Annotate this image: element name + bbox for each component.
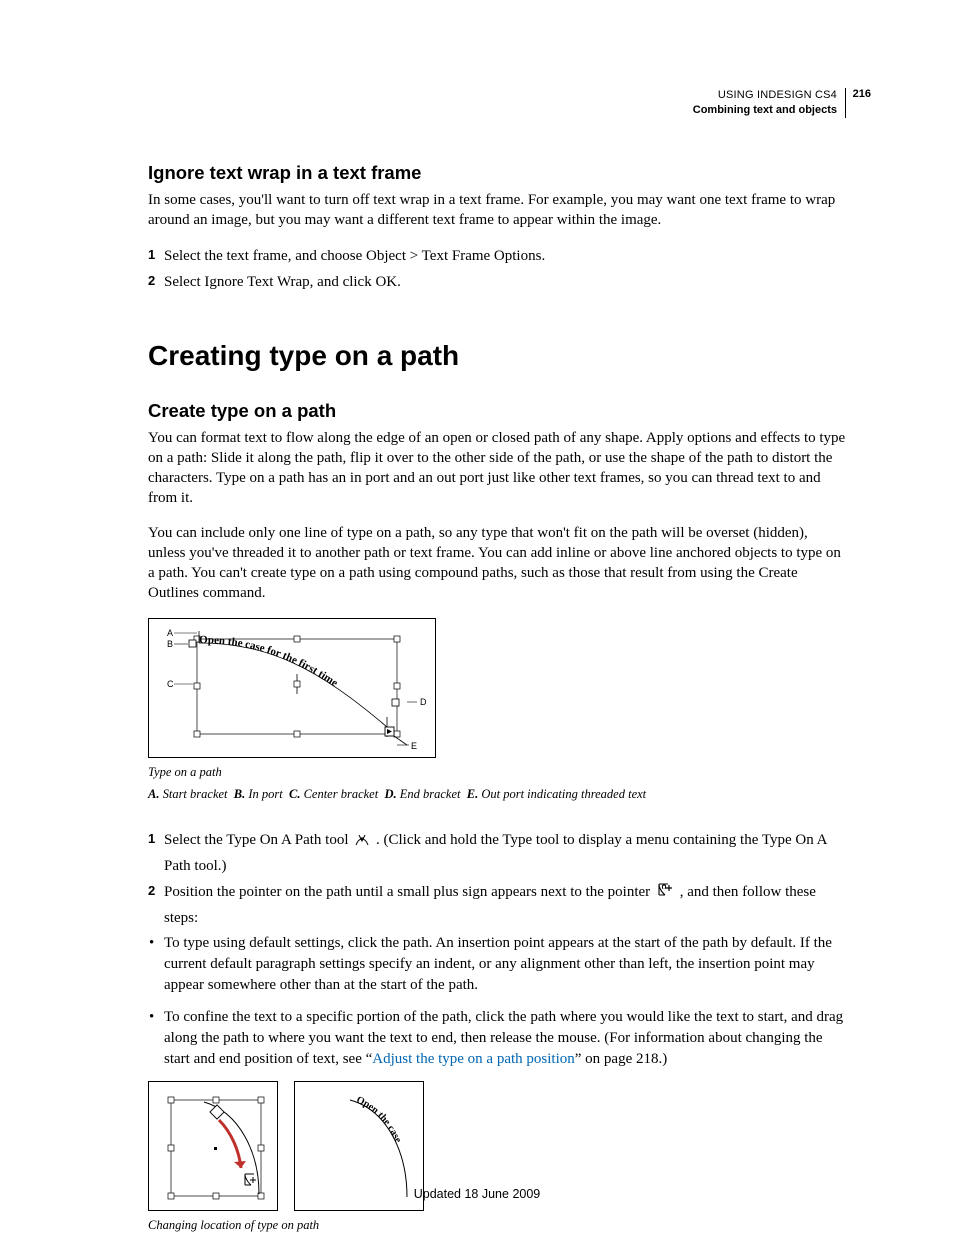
figure-caption: Type on a path [148,764,846,781]
svg-text:Open the case for the first ti: Open the case for the first time [199,633,340,688]
running-header: 216 USING INDESIGN CS4 Combining text an… [693,88,846,118]
step-item: Select the text frame, and choose Object… [148,245,846,268]
chapter-title: Combining text and objects [693,103,837,118]
callout-label: D [420,697,427,707]
type-on-path-tool-icon [354,832,370,855]
section-heading-create-type: Create type on a path [148,400,846,422]
bullet-text: ” on page 218.) [575,1051,667,1067]
bullet-item: To type using default settings, click th… [148,933,846,995]
bullet-list: To type using default settings, click th… [148,933,846,1069]
figure-legend: A. Start bracket B. In port C. Center br… [148,786,846,803]
step-text: Position the pointer on the path until a… [164,884,654,900]
callout-label: C [167,679,174,689]
pointer-plus-icon [656,881,674,907]
page-number: 216 [853,87,871,102]
figure-caption: Changing location of type on path [148,1217,846,1234]
book-title: USING INDESIGN CS4 [693,88,837,103]
callout-label: E [411,741,417,751]
legend-item: Center bracket [304,787,379,801]
step-item: Position the pointer on the path until a… [148,881,846,929]
step-item: Select the Type On A Path tool . (Click … [148,829,846,877]
paragraph: You can format text to flow along the ed… [148,428,846,509]
legend-item: Start bracket [163,787,228,801]
paragraph: In some cases, you'll want to turn off t… [148,190,846,231]
legend-item: In port [248,787,282,801]
footer-updated: Updated 18 June 2009 [0,1187,954,1201]
page: 216 USING INDESIGN CS4 Combining text an… [0,0,954,1235]
callout-label: A [167,628,173,638]
section-heading-ignore-wrap: Ignore text wrap in a text frame [148,162,846,184]
path-text: Open the case [355,1095,404,1146]
xref-link[interactable]: Adjust the type on a path position [372,1051,574,1067]
legend-item: End bracket [400,787,461,801]
page-title: Creating type on a path [148,340,846,372]
steps-list: Select the Type On A Path tool . (Click … [148,829,846,929]
callout-label: B [167,639,173,649]
content-area: Ignore text wrap in a text frame In some… [148,88,846,1234]
step-item: Select Ignore Text Wrap, and click OK. [148,271,846,294]
legend-item: Out port indicating threaded text [481,787,646,801]
svg-text:Open the case: Open the case [355,1095,404,1146]
step-text: Select the Type On A Path tool [164,832,352,848]
paragraph: You can include only one line of type on… [148,523,846,604]
path-text: Open the case for the first time [199,633,340,688]
steps-list: Select the text frame, and choose Object… [148,245,846,294]
figure-type-on-path: Open the case for the first time [148,618,436,758]
bullet-item: To confine the text to a specific portio… [148,1007,846,1069]
